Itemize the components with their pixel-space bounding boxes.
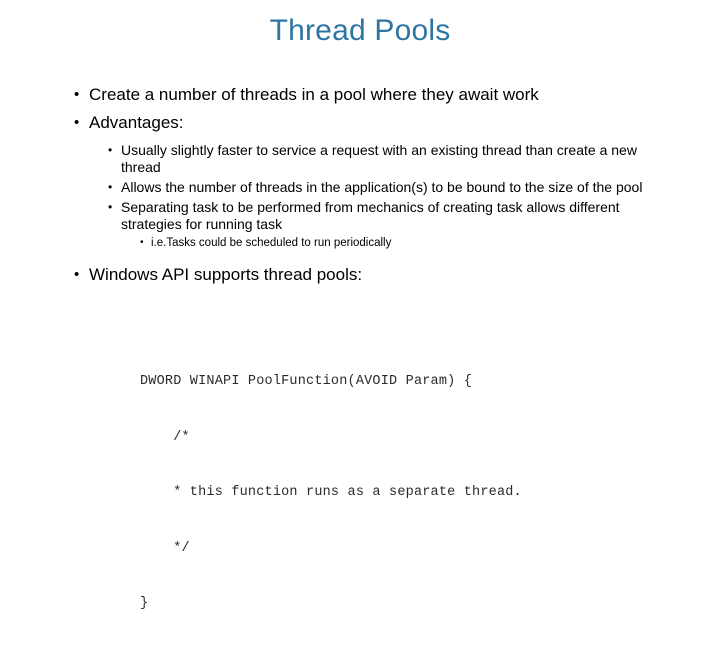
- list-item: • Separating task to be performed from m…: [108, 199, 660, 233]
- page-title: Thread Pools: [269, 14, 451, 47]
- list-item-label: Allows the number of threads in the appl…: [121, 179, 643, 195]
- list-item-label: Usually slightly faster to service a req…: [121, 142, 637, 175]
- slide: Thread Pools • Create a number of thread…: [0, 0, 720, 611]
- code-line: /*: [140, 429, 190, 445]
- code-line: * this function runs as a separate threa…: [140, 485, 522, 500]
- bullet-icon: •: [108, 143, 113, 157]
- bullet-icon: •: [108, 180, 113, 194]
- code-line: }: [140, 596, 149, 611]
- list-item-label: Windows API supports thread pools:: [89, 265, 363, 284]
- list-item: • Advantages:: [74, 112, 660, 133]
- bullet-icon: •: [74, 114, 80, 131]
- bullet-icon: •: [74, 266, 80, 283]
- list-item-label: Create a number of threads in a pool whe…: [89, 85, 539, 104]
- bullet-icon: •: [108, 200, 113, 214]
- list-item: • Allows the number of threads in the ap…: [108, 179, 660, 196]
- list-item: • Create a number of threads in a pool w…: [74, 84, 660, 105]
- code-line: */: [140, 540, 190, 556]
- list-item-label: i.e.Tasks could be scheduled to run peri…: [151, 237, 392, 249]
- list-item-label: Advantages:: [89, 113, 184, 132]
- list-item: • Usually slightly faster to service a r…: [108, 142, 660, 176]
- code-block: DWORD WINAPI PoolFunction(AVOID Param) {…: [140, 336, 522, 651]
- slide-body: • Create a number of threads in a pool w…: [60, 84, 660, 292]
- list-item-label: Separating task to be performed from mec…: [121, 199, 620, 232]
- list-item: • Windows API supports thread pools:: [74, 264, 660, 285]
- list-item: • i.e.Tasks could be scheduled to run pe…: [140, 236, 660, 251]
- bullet-icon: •: [140, 237, 144, 248]
- bullet-icon: •: [74, 86, 80, 103]
- code-line: DWORD WINAPI PoolFunction(AVOID Param) {: [140, 374, 473, 389]
